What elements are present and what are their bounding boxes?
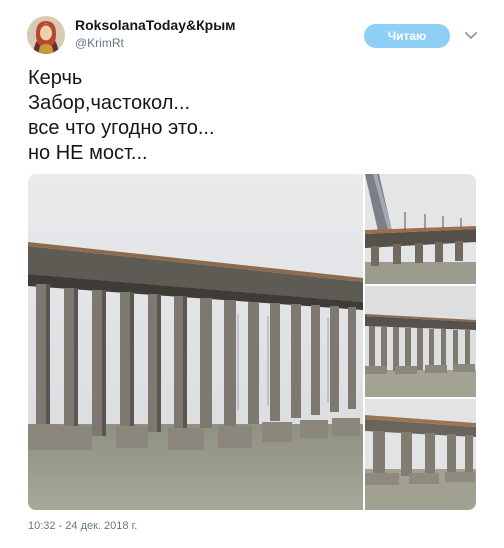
tweet-text-line: но НЕ мост... — [28, 142, 148, 164]
photo-bridge-main[interactable] — [28, 174, 363, 510]
avatar-portrait-icon — [27, 16, 65, 54]
tweet-text-line: все что угодно это... — [28, 117, 215, 139]
avatar[interactable] — [27, 16, 65, 54]
tweet-timestamp[interactable]: 10:32 - 24 дек. 2018 г. — [28, 520, 137, 532]
tweet-card: RoksolanaToday&Крым @KrimRt Читаю Керчь … — [0, 0, 504, 548]
tweet-text: Керчь Забор,частокол... все что угодно э… — [28, 66, 468, 166]
photo-bridge-bottom-right[interactable] — [365, 399, 476, 510]
author-handle[interactable]: @KrimRt — [75, 36, 124, 50]
media-grid — [28, 174, 476, 510]
photo-bridge-top-right[interactable] — [365, 174, 476, 284]
tweet-text-line: Керчь — [28, 67, 83, 89]
author-name[interactable]: RoksolanaToday&Крым — [75, 17, 236, 33]
more-options-button[interactable] — [462, 26, 480, 44]
follow-button[interactable]: Читаю — [364, 24, 450, 48]
photo-bridge-middle-right[interactable] — [365, 286, 476, 397]
chevron-down-icon — [465, 32, 477, 39]
tweet-text-line: Забор,частокол... — [28, 92, 191, 114]
